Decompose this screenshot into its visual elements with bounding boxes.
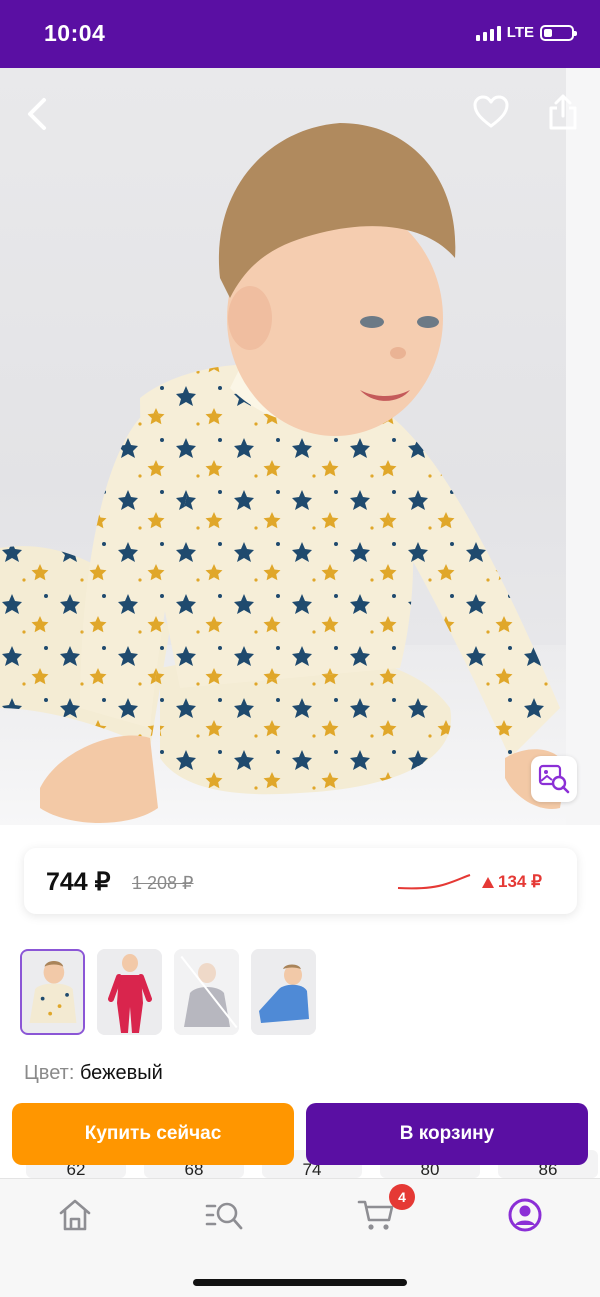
price-card[interactable]: 744 ₽ 1 208 ₽ 134 ₽ xyxy=(24,848,577,914)
variant-thumb-beige[interactable] xyxy=(20,949,85,1035)
next-photo-edge xyxy=(566,68,600,825)
variant-grey-image xyxy=(174,949,239,1035)
variant-thumb-grey[interactable] xyxy=(174,949,239,1035)
product-screen: 10:04 LTE 744 ₽ 1 208 ₽ 134 ₽ Цвет: беже… xyxy=(0,0,600,1297)
battery-icon xyxy=(540,24,577,41)
profile-icon xyxy=(508,1198,542,1232)
favorite-button[interactable] xyxy=(472,94,510,130)
back-button[interactable] xyxy=(20,94,54,134)
network-label: LTE xyxy=(506,24,534,41)
product-photo[interactable] xyxy=(0,68,600,825)
price-trend-chart xyxy=(397,874,471,890)
arrow-up-icon xyxy=(482,876,494,888)
color-value: бежевый xyxy=(79,1062,163,1084)
home-icon xyxy=(59,1199,91,1231)
status-time: 10:04 xyxy=(44,20,106,46)
variant-beige-image xyxy=(22,951,83,1033)
price-change: 134 ₽ xyxy=(482,872,542,892)
current-price: 744 ₽ xyxy=(46,868,111,896)
add-to-cart-button[interactable]: В корзину xyxy=(306,1103,588,1165)
cart-icon xyxy=(357,1200,394,1230)
heart-icon xyxy=(473,95,509,128)
variant-red-image xyxy=(97,949,162,1035)
status-bar: 10:04 LTE xyxy=(0,0,600,68)
catalog-search-icon xyxy=(205,1202,243,1230)
tab-profile[interactable] xyxy=(505,1195,545,1235)
tab-home[interactable] xyxy=(55,1195,95,1235)
tab-catalog[interactable] xyxy=(205,1195,245,1235)
variant-thumb-red[interactable] xyxy=(97,949,162,1035)
battery-level xyxy=(544,28,552,37)
baby-illustration xyxy=(0,123,566,823)
share-icon xyxy=(549,94,577,130)
status-indicators: LTE xyxy=(475,24,577,41)
buy-now-button[interactable]: Купить сейчас xyxy=(12,1103,294,1165)
back-icon xyxy=(28,98,46,130)
color-label: Цвет: xyxy=(24,1062,75,1084)
visual-search-button[interactable] xyxy=(531,756,577,802)
signal-icon xyxy=(475,25,501,41)
old-price: 1 208 ₽ xyxy=(132,873,194,893)
price-change-value: 134 ₽ xyxy=(498,872,542,891)
home-indicator xyxy=(193,1279,407,1286)
color-row: Цвет: бежевый xyxy=(24,1062,163,1085)
visual-search-icon xyxy=(538,764,570,794)
share-button[interactable] xyxy=(546,92,580,132)
variant-blue-image xyxy=(251,949,316,1035)
cart-count-badge: 4 xyxy=(389,1184,415,1210)
variant-thumb-blue[interactable] xyxy=(251,949,316,1035)
